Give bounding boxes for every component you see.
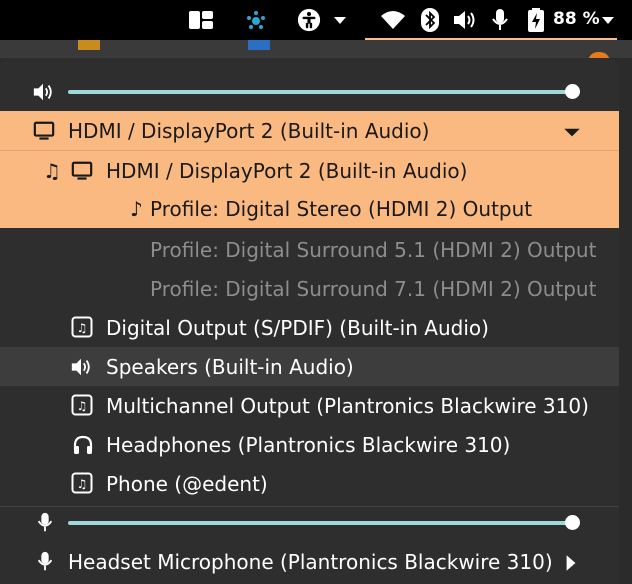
battery-percentage: 88 % bbox=[553, 9, 600, 29]
chevron-down-icon[interactable] bbox=[601, 8, 615, 32]
svg-text:♫: ♫ bbox=[77, 477, 88, 491]
chevron-right-icon[interactable] bbox=[560, 552, 582, 574]
background-window bbox=[0, 40, 632, 62]
top-panel: 88 % bbox=[0, 0, 632, 40]
volume-icon[interactable] bbox=[452, 8, 478, 32]
microphone-icon bbox=[37, 551, 53, 571]
output-device-label: HDMI / DisplayPort 2 (Built-in Audio) bbox=[68, 119, 430, 143]
profile-label: Profile: Digital Surround 7.1 (HDMI 2) O… bbox=[150, 277, 597, 301]
svg-text:♫: ♫ bbox=[77, 399, 88, 413]
audio-card-icon: ♫ bbox=[71, 316, 93, 338]
speaker-icon bbox=[71, 358, 90, 376]
profile-item-surround-51[interactable]: Profile: Digital Surround 5.1 (HDMI 2) O… bbox=[0, 230, 619, 269]
monitor-icon bbox=[71, 161, 93, 180]
active-note-icon: ♫ bbox=[43, 159, 61, 183]
profile-item-surround-71[interactable]: Profile: Digital Surround 7.1 (HDMI 2) O… bbox=[0, 269, 619, 308]
input-device-label: Headset Microphone (Plantronics Blackwir… bbox=[68, 550, 553, 574]
input-volume-slider[interactable] bbox=[68, 521, 572, 525]
sound-menu: HDMI / DisplayPort 2 (Built-in Audio) ♫ … bbox=[0, 58, 619, 584]
submenu-device-label: HDMI / DisplayPort 2 (Built-in Audio) bbox=[106, 159, 468, 183]
profile-item-stereo[interactable]: ♪ Profile: Digital Stereo (HDMI 2) Outpu… bbox=[0, 189, 619, 228]
device-item-spdif[interactable]: ♫ Digital Output (S/PDIF) (Built-in Audi… bbox=[0, 308, 619, 347]
chevron-down-icon[interactable] bbox=[333, 8, 347, 32]
microphone-icon bbox=[37, 512, 53, 532]
active-note-icon: ♪ bbox=[130, 197, 143, 221]
device-item-multichannel[interactable]: ♫ Multichannel Output (Plantronics Black… bbox=[0, 386, 619, 425]
bluetooth-icon[interactable] bbox=[420, 8, 440, 32]
profile-label: Profile: Digital Stereo (HDMI 2) Output bbox=[150, 197, 533, 221]
battery-icon[interactable] bbox=[527, 8, 545, 32]
output-device-selector[interactable]: HDMI / DisplayPort 2 (Built-in Audio) bbox=[0, 111, 619, 150]
speaker-volume-icon bbox=[33, 83, 52, 101]
device-item-speakers[interactable]: Speakers (Built-in Audio) bbox=[0, 347, 619, 386]
profile-label: Profile: Digital Surround 5.1 (HDMI 2) O… bbox=[150, 238, 597, 262]
input-device-selector[interactable]: Headset Microphone (Plantronics Blackwir… bbox=[0, 542, 619, 581]
output-volume-knob[interactable] bbox=[565, 84, 580, 99]
workspaces-icon[interactable] bbox=[188, 8, 214, 32]
audio-card-icon: ♫ bbox=[71, 472, 93, 494]
device-item-phone[interactable]: ♫ Phone (@edent) bbox=[0, 464, 619, 503]
output-volume-row bbox=[0, 72, 619, 111]
svg-text:♫: ♫ bbox=[77, 321, 88, 335]
device-label: Speakers (Built-in Audio) bbox=[106, 355, 354, 379]
output-volume-slider[interactable] bbox=[68, 90, 572, 94]
device-item-headphones[interactable]: Headphones (Plantronics Blackwire 310) bbox=[0, 425, 619, 464]
headphones-icon bbox=[73, 435, 93, 454]
device-label: Headphones (Plantronics Blackwire 310) bbox=[106, 433, 511, 457]
network-app-icon[interactable] bbox=[244, 8, 268, 32]
microphone-icon[interactable] bbox=[490, 8, 510, 32]
chevron-down-icon[interactable] bbox=[561, 121, 583, 143]
wifi-icon[interactable] bbox=[380, 8, 406, 32]
audio-card-icon: ♫ bbox=[71, 394, 93, 416]
input-volume-knob[interactable] bbox=[565, 515, 580, 530]
device-label: Digital Output (S/PDIF) (Built-in Audio) bbox=[106, 316, 489, 340]
monitor-icon bbox=[33, 121, 55, 140]
device-label: Multichannel Output (Plantronics Blackwi… bbox=[106, 394, 589, 418]
device-label: Phone (@edent) bbox=[106, 472, 268, 496]
accessibility-icon[interactable] bbox=[296, 8, 322, 32]
input-volume-row bbox=[0, 503, 619, 542]
submenu-device-item[interactable]: ♫ HDMI / DisplayPort 2 (Built-in Audio) bbox=[0, 150, 619, 190]
